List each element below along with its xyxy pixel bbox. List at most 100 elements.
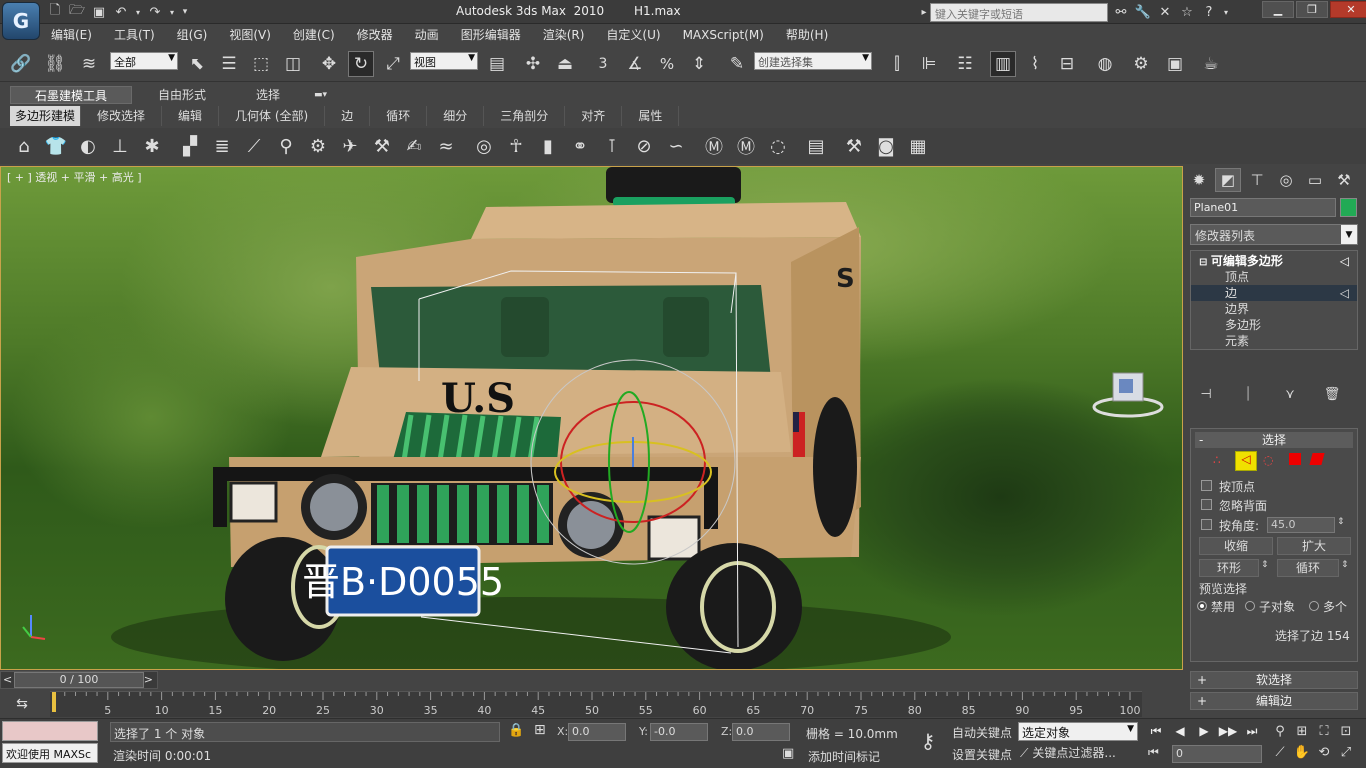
- panel-subdivision[interactable]: 细分: [427, 106, 485, 126]
- key-selection-dropdown[interactable]: 选定对象 ▼: [1018, 722, 1138, 741]
- tool-icon[interactable]: ⚒: [368, 132, 396, 160]
- panel-modify-selection[interactable]: 修改选择: [81, 106, 163, 126]
- move-icon[interactable]: ✥: [316, 51, 342, 77]
- panel-edit[interactable]: 编辑: [162, 106, 220, 126]
- remove-modifier-icon[interactable]: 🗑: [1322, 384, 1342, 404]
- soft-selection-rollout[interactable]: + 软选择: [1190, 671, 1358, 689]
- shrink-button[interactable]: 收缩: [1199, 537, 1273, 555]
- link-chain-icon[interactable]: ⚭: [566, 132, 594, 160]
- preview-off-radio[interactable]: [1197, 601, 1207, 611]
- favorites-star-icon[interactable]: ☆: [1178, 3, 1196, 21]
- app-logo-button[interactable]: G: [2, 2, 40, 40]
- graphite-toggle-icon[interactable]: ▥: [990, 51, 1016, 77]
- minimize-button[interactable]: ▁: [1262, 1, 1294, 18]
- search-expand-icon[interactable]: ▸: [918, 3, 930, 21]
- window-crossing-icon[interactable]: ◫: [280, 51, 306, 77]
- stack-item-border[interactable]: 边界: [1191, 301, 1357, 317]
- edit-edges-rollout[interactable]: + 编辑边: [1190, 692, 1358, 710]
- border-mode-icon[interactable]: ◌: [1263, 453, 1273, 467]
- ribbon-tab-graphite[interactable]: 石墨建模工具: [10, 86, 133, 104]
- book-icon[interactable]: ▮: [534, 132, 562, 160]
- key-mode-icon[interactable]: ⏮: [1148, 745, 1159, 760]
- spiral-icon[interactable]: ◌: [764, 132, 792, 160]
- add-time-tag-button[interactable]: 添加时间标记: [808, 748, 880, 765]
- show-end-result-icon[interactable]: ⏐: [1238, 384, 1258, 404]
- viewport-label[interactable]: [ + ] 透视 + 平滑 + 高光 ]: [7, 169, 142, 185]
- maxscript-listener-input[interactable]: [2, 721, 98, 741]
- manipulate-icon[interactable]: ✣: [520, 51, 546, 77]
- menu-help[interactable]: 帮助(H): [775, 24, 839, 46]
- menu-animation[interactable]: 动画: [404, 24, 450, 46]
- element-mode-icon[interactable]: [1309, 453, 1325, 465]
- rendered-frame-icon[interactable]: ▣: [1162, 51, 1188, 77]
- motion-tab-icon[interactable]: ◎: [1273, 168, 1299, 192]
- document-icon[interactable]: ▤: [802, 132, 830, 160]
- spin-top-icon[interactable]: ⊥: [106, 132, 134, 160]
- open-file-icon[interactable]: 🗁: [68, 3, 86, 21]
- render-setup-icon[interactable]: ⚙: [1128, 51, 1154, 77]
- auto-key-button[interactable]: 自动关键点: [952, 724, 1012, 741]
- mirror-icon[interactable]: ⫿: [884, 51, 910, 77]
- named-selection-dropdown[interactable]: 创建选择集 ▼: [754, 52, 872, 70]
- close-button[interactable]: ✕: [1330, 1, 1366, 18]
- align-icon[interactable]: ⊫: [916, 51, 942, 77]
- menu-edit[interactable]: 编辑(E): [40, 24, 103, 46]
- figure-icon[interactable]: ☥: [502, 132, 530, 160]
- chevron-right-icon[interactable]: >: [144, 673, 153, 686]
- squiggle-icon[interactable]: ∽: [662, 132, 690, 160]
- material-editor-icon[interactable]: ◍: [1092, 51, 1118, 77]
- edit-named-sel-icon[interactable]: ✎: [724, 51, 750, 77]
- stack-item-vertex[interactable]: 顶点: [1191, 269, 1357, 285]
- schematic-view-icon[interactable]: ⊟: [1054, 51, 1080, 77]
- perspective-viewport[interactable]: S U.S 晋B·D0055 [+] 透视 + 平滑 + 高光]: [0, 166, 1183, 670]
- field-of-view-icon[interactable]: ⟋: [1270, 743, 1290, 762]
- x-coord-field[interactable]: 0.0: [568, 723, 626, 741]
- menu-create[interactable]: 创建(C): [282, 24, 346, 46]
- stack-item-editable-poly[interactable]: ⊟ 可编辑多边形 ◁: [1191, 253, 1357, 269]
- restore-button[interactable]: ❐: [1296, 1, 1328, 18]
- maximize-viewport-icon[interactable]: ⤢: [1336, 743, 1356, 762]
- menu-modifiers[interactable]: 修改器: [346, 24, 404, 46]
- star-icon[interactable]: ✱: [138, 132, 166, 160]
- time-slider-thumb[interactable]: 0 / 100: [14, 672, 144, 688]
- chevron-left-icon[interactable]: <: [3, 673, 12, 686]
- time-tag-icon[interactable]: ▣: [782, 746, 794, 761]
- edge-mode-icon[interactable]: ◁: [1235, 451, 1257, 471]
- menu-views[interactable]: 视图(V): [218, 24, 282, 46]
- loop-button[interactable]: 循环: [1277, 559, 1339, 577]
- magnifier-icon[interactable]: ⚲: [272, 132, 300, 160]
- grow-button[interactable]: 扩大: [1277, 537, 1351, 555]
- qat-customize-icon[interactable]: ▾: [180, 3, 190, 21]
- paint-icon[interactable]: ✍: [400, 132, 428, 160]
- hierarchy-tab-icon[interactable]: ⊤: [1244, 168, 1270, 192]
- hammer-icon[interactable]: ⚒: [840, 132, 868, 160]
- help-search-input[interactable]: 键入关键字或短语: [930, 3, 1108, 22]
- brush-icon[interactable]: ⟋: [240, 132, 268, 160]
- torus-icon[interactable]: ◎: [470, 132, 498, 160]
- go-to-start-icon[interactable]: ⏮: [1146, 722, 1166, 740]
- ribbon-tab-selection[interactable]: 选择: [232, 86, 304, 104]
- communication-icon[interactable]: ✕: [1156, 3, 1174, 21]
- panel-loops[interactable]: 循环: [370, 106, 428, 126]
- ref-coord-dropdown[interactable]: 视图 ▼: [410, 52, 478, 70]
- track-bar[interactable]: 5 10 15 20 25 30 35 40 45 50 55 60 65 70 75 80 85 90 95 100: [50, 691, 1142, 717]
- binoculars-icon[interactable]: ⚯: [1112, 3, 1130, 21]
- save-file-icon[interactable]: ▣: [90, 3, 108, 21]
- key-filters-button[interactable]: ⟋ 关键点过滤器...: [1020, 744, 1116, 761]
- spinner-snap-icon[interactable]: ⇕: [686, 51, 712, 77]
- spinner-arrows-icon[interactable]: ⇕: [1337, 517, 1345, 527]
- orbit-icon[interactable]: ⟲: [1314, 743, 1334, 762]
- ring-button[interactable]: 环形: [1199, 559, 1259, 577]
- percent-snap-icon[interactable]: %: [654, 51, 680, 77]
- undo-dropdown-icon[interactable]: ▾: [134, 3, 142, 21]
- ball-icon[interactable]: ◐: [74, 132, 102, 160]
- previous-frame-icon[interactable]: ◀: [1170, 722, 1190, 740]
- current-frame-field[interactable]: 0: [1172, 745, 1262, 763]
- selection-rollout-header[interactable]: - 选择: [1195, 432, 1353, 448]
- zoom-icon[interactable]: ⚲: [1270, 722, 1290, 741]
- material-map-icon[interactable]: Ⓜ: [732, 132, 760, 160]
- angle-spinner[interactable]: 45.0: [1267, 517, 1335, 533]
- panel-align[interactable]: 对齐: [565, 106, 623, 126]
- select-link-icon[interactable]: 🔗: [8, 51, 34, 77]
- current-frame-marker[interactable]: [52, 692, 56, 712]
